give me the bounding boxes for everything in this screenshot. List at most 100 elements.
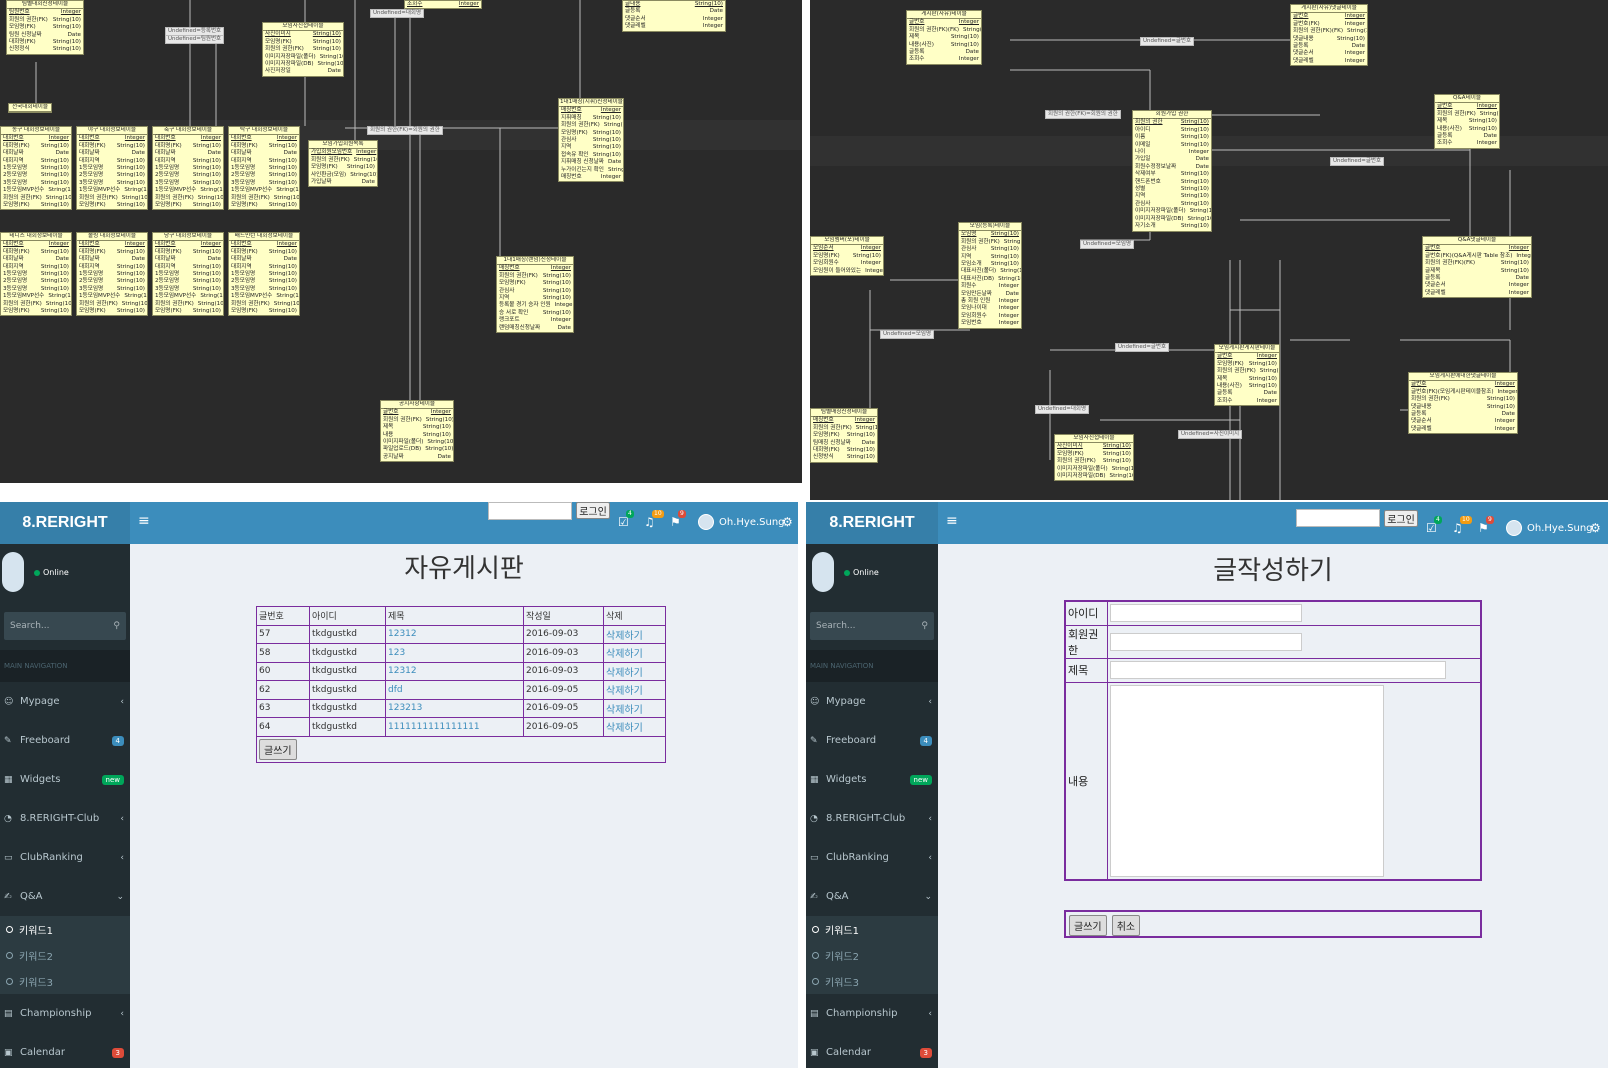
search-icon[interactable]: ⚲ — [113, 621, 120, 631]
table-cell[interactable]: 삭제하기 — [603, 717, 666, 737]
table-cell[interactable]: 123 — [385, 643, 524, 663]
table-cell[interactable]: 12312 — [385, 661, 524, 681]
write-button[interactable]: 글쓰기 — [259, 739, 297, 760]
sidebar-subitem[interactable]: 키워드1 — [0, 916, 130, 942]
chevron-icon: ‹ — [928, 852, 932, 863]
erd-column: 모임명(FK) String(10) — [79, 308, 145, 315]
nav-icon: ☺ — [4, 696, 14, 707]
sidebar-item-mypage[interactable]: ☺ Mypage ‹ — [806, 682, 938, 721]
id-input[interactable] — [1109, 604, 1302, 623]
header-search-input[interactable] — [488, 502, 572, 520]
table-cell[interactable]: 12312 — [385, 624, 524, 644]
title-input[interactable] — [1109, 661, 1446, 679]
sidebar-item-q-a[interactable]: ✍ Q&A ⌄ — [0, 877, 130, 916]
board-footer: 글쓰기 — [256, 737, 666, 763]
sidebar-item-mypage[interactable]: ☺ Mypage ‹ — [0, 682, 130, 721]
erd-column: 회원의 권한(FK)String(10) — [1217, 368, 1279, 375]
erd-table: 팀별매칭신청테이블매칭번호Integer회원의 권한(FK)String(10)… — [810, 408, 878, 463]
post-title-link[interactable]: 123 — [388, 648, 405, 658]
cancel-button[interactable]: 취소 — [1111, 915, 1141, 936]
table-cell[interactable]: 삭제하기 — [603, 680, 666, 700]
nav-badge: 4 — [111, 735, 124, 746]
messages-badge: 4 — [626, 510, 634, 518]
user-menu[interactable]: Oh.Hye.Sung — [1506, 520, 1593, 536]
erd-column: 삭제여부 String(10) — [1135, 171, 1209, 178]
header-search-input[interactable] — [1296, 509, 1380, 527]
chevron-icon: ‹ — [120, 1008, 124, 1019]
sidebar-subitem[interactable]: 키워드3 — [806, 968, 938, 994]
delete-link[interactable]: 삭제하기 — [606, 668, 643, 679]
sidebar-subitem[interactable]: 키워드2 — [806, 942, 938, 968]
gears-icon[interactable]: ⚙ — [782, 515, 793, 529]
chevron-icon: ‹ — [120, 696, 124, 707]
erd-column: 조회수 Integer — [1217, 397, 1277, 404]
app-logo[interactable]: 8.RERIGHT — [806, 502, 938, 544]
post-title-link[interactable]: 1111111111111111 — [388, 722, 480, 732]
delete-link[interactable]: 삭제하기 — [606, 631, 643, 642]
delete-link[interactable]: 삭제하기 — [606, 705, 643, 716]
submit-button[interactable]: 글쓰기 — [1069, 915, 1107, 936]
table-cell[interactable]: 삭제하기 — [603, 698, 666, 718]
sidebar-search-input[interactable]: Search... ⚲ — [810, 612, 934, 640]
chevron-icon: ‹ — [928, 1008, 932, 1019]
sidebar-search-input[interactable]: Search... ⚲ — [4, 612, 126, 640]
sidebar-item-8-reright-club[interactable]: ◔ 8.RERIGHT-Club ‹ — [0, 799, 130, 838]
menu-toggle-icon[interactable]: ≡ — [138, 513, 150, 529]
menu-toggle-icon[interactable]: ≡ — [946, 513, 958, 529]
sidebar-subitem[interactable]: 키워드3 — [0, 968, 130, 994]
post-title-link[interactable]: 12312 — [388, 666, 417, 676]
sidebar-item-widgets[interactable]: ▦ Widgets new — [806, 760, 938, 799]
erd-column: 대회날짜 Date — [3, 150, 69, 157]
login-button[interactable]: 로그인 — [1384, 510, 1418, 527]
sidebar-item-q-a[interactable]: ✍ Q&A ⌄ — [806, 877, 938, 916]
erd-column: 대회지역 String(10) — [231, 263, 297, 270]
sidebar-item-label: 8.RERIGHT-Club — [826, 813, 906, 824]
post-title-link[interactable]: dfd — [388, 685, 403, 695]
sidebar-subitem[interactable]: 키워드2 — [0, 942, 130, 968]
erd-column: 내용 String(10) — [383, 431, 451, 438]
gears-icon[interactable]: ⚙ — [1590, 521, 1601, 535]
erd-column: 대회번호 Integer — [231, 241, 297, 248]
circle-icon — [6, 977, 13, 985]
notifications-badge: 10 — [1460, 516, 1472, 524]
role-input[interactable] — [1109, 632, 1302, 651]
notifications-badge: 10 — [652, 510, 664, 518]
table-cell[interactable]: 1111111111111111 — [385, 717, 524, 737]
nav-icon: ✍ — [4, 891, 12, 902]
erd-column: 모임명(FK) String(10) — [155, 308, 221, 315]
sidebar-item-widgets[interactable]: ▦ Widgets new — [0, 760, 130, 799]
delete-link[interactable]: 삭제하기 — [606, 686, 643, 697]
user-menu[interactable]: Oh.Hye.Sung — [698, 514, 785, 530]
sidebar-item-championship[interactable]: ▤ Championship ‹ — [806, 994, 938, 1033]
sidebar-subitem[interactable]: 키워드1 — [806, 916, 938, 942]
erd-column: 대회날짜 Date — [155, 256, 221, 263]
sidebar-item-freeboard[interactable]: ✎ Freeboard 4 — [0, 721, 130, 760]
delete-link[interactable]: 삭제하기 — [606, 649, 643, 660]
app-logo[interactable]: 8.RERIGHT — [0, 502, 130, 544]
delete-link[interactable]: 삭제하기 — [606, 723, 643, 734]
erd-column: 모임명(FK) String(10) — [231, 308, 297, 315]
sidebar-item-calendar[interactable]: ▣ Calendar 3 — [806, 1033, 938, 1068]
table-cell[interactable]: dfd — [385, 680, 524, 700]
search-icon[interactable]: ⚲ — [921, 621, 928, 631]
content-textarea[interactable] — [1109, 684, 1384, 877]
table-cell[interactable]: 삭제하기 — [603, 643, 666, 663]
table-cell[interactable]: 삭제하기 — [603, 624, 666, 644]
sidebar-item-clubranking[interactable]: ▭ ClubRanking ‹ — [806, 838, 938, 877]
sidebar-item-calendar[interactable]: ▣ Calendar 3 — [0, 1033, 130, 1068]
erd-column: 지역 String(10) — [961, 253, 1019, 260]
erd-column: 회원의 권한(FK)String(10) — [155, 300, 224, 307]
sidebar-item-freeboard[interactable]: ✎ Freeboard 4 — [806, 721, 938, 760]
table-cell[interactable]: 123213 — [385, 698, 524, 718]
nav-icon: ◔ — [810, 813, 818, 824]
post-title-link[interactable]: 12312 — [388, 629, 417, 639]
sidebar-item-8-reright-club[interactable]: ◔ 8.RERIGHT-Club ‹ — [806, 799, 938, 838]
main-content: 자유게시판 글번호 아이디 제목 작성일 삭제 57 tkdgustkd 12312… — [130, 544, 798, 1068]
sidebar-item-championship[interactable]: ▤ Championship ‹ — [0, 994, 130, 1033]
sidebar-item-clubranking[interactable]: ▭ ClubRanking ‹ — [0, 838, 130, 877]
nav-badge: 3 — [919, 1047, 932, 1058]
post-title-link[interactable]: 123213 — [388, 703, 422, 713]
login-button[interactable]: 로그인 — [576, 502, 610, 519]
table-cell[interactable]: 삭제하기 — [603, 661, 666, 681]
erd-column: 회원의 권한(FK)String(10) — [1411, 396, 1515, 403]
